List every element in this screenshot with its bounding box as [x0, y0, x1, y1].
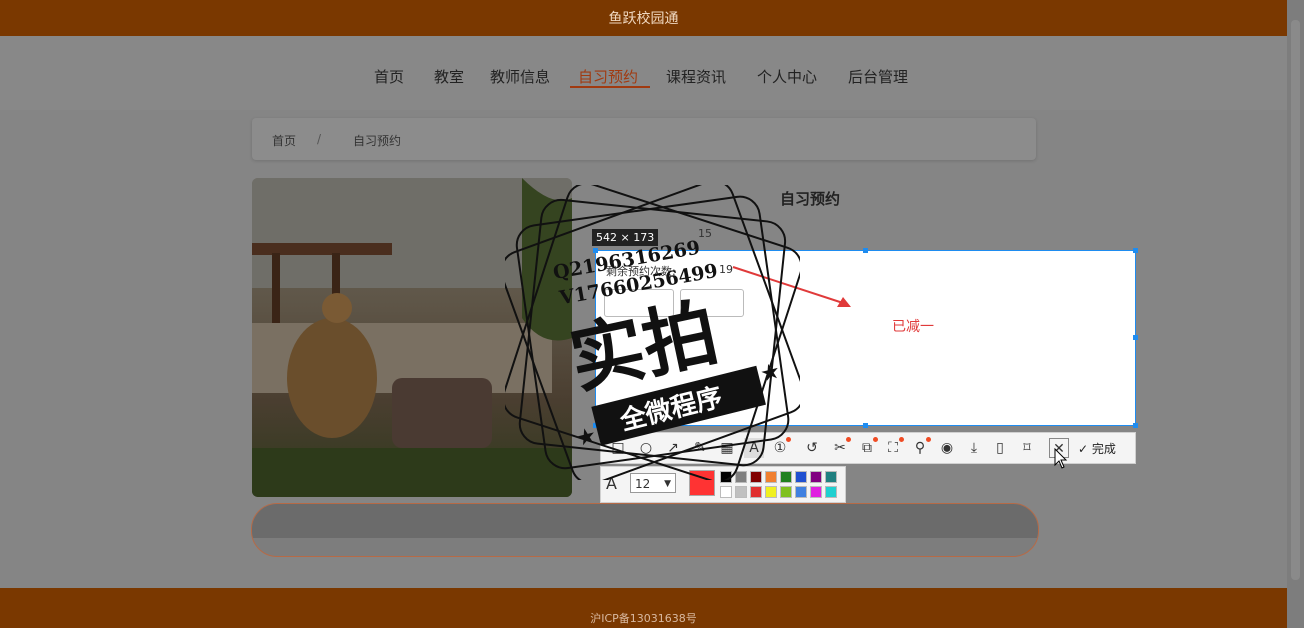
color-swatch[interactable]: [810, 471, 822, 483]
color-swatch[interactable]: [825, 486, 837, 498]
remaining-bookings-label: 剩余预约次数:: [606, 265, 676, 278]
remaining-total-value: 15: [698, 227, 712, 240]
done-label: 完成: [1091, 442, 1116, 456]
font-icon: A: [606, 474, 617, 493]
color-swatch[interactable]: [810, 486, 822, 498]
download-icon[interactable]: ⤓: [964, 438, 984, 458]
breadcrumb-home[interactable]: 首页: [272, 132, 296, 149]
booking-button[interactable]: [604, 289, 674, 317]
resize-handle-sw[interactable]: [593, 423, 598, 428]
color-swatch[interactable]: [795, 486, 807, 498]
color-swatch[interactable]: [735, 486, 747, 498]
color-swatch[interactable]: [750, 471, 762, 483]
scissors-icon[interactable]: ✂: [830, 437, 851, 458]
color-swatch[interactable]: [735, 471, 747, 483]
phone-icon[interactable]: ▯: [990, 438, 1010, 458]
color-swatch[interactable]: [795, 471, 807, 483]
nav-item-classroom[interactable]: 教室: [434, 66, 464, 87]
scan-icon[interactable]: ⛶: [883, 437, 904, 458]
font-size-select[interactable]: 12 ▼: [630, 473, 676, 493]
color-swatch[interactable]: [780, 486, 792, 498]
nav-item-course-news[interactable]: 课程资讯: [666, 66, 726, 87]
main-nav: [0, 36, 1287, 110]
pin-icon[interactable]: ⚲: [910, 437, 931, 458]
color-swatch[interactable]: [765, 486, 777, 498]
top-header: 鱼跃校园通: [0, 0, 1287, 36]
nav-item-study-booking[interactable]: 自习预约: [578, 66, 638, 87]
breadcrumb-current: 自习预约: [353, 134, 402, 148]
nav-item-admin[interactable]: 后台管理: [848, 66, 908, 87]
ellipse-tool-icon[interactable]: ○: [636, 438, 656, 458]
progress-bar-fill: [252, 504, 1038, 538]
record-icon[interactable]: ◉: [937, 438, 957, 458]
icp-record[interactable]: 沪ICP备13031638号: [0, 610, 1287, 626]
pen-tool-icon[interactable]: ✎: [690, 438, 710, 458]
selection-size-label: 542 × 173: [592, 229, 659, 246]
scrollbar-thumb[interactable]: [1291, 20, 1300, 580]
resize-handle-e[interactable]: [1133, 335, 1138, 340]
nav-active-underline: [570, 86, 650, 88]
vertical-scrollbar[interactable]: [1287, 0, 1304, 628]
resize-handle-nw[interactable]: [593, 248, 598, 253]
number-tool-icon[interactable]: ①: [770, 437, 791, 458]
capture-selection-box[interactable]: 剩余预约次数: 19: [593, 248, 1138, 428]
check-icon: ✓: [1078, 442, 1092, 456]
color-swatch[interactable]: [750, 486, 762, 498]
text-annotation[interactable]: 已减一: [892, 316, 934, 336]
color-swatch[interactable]: [825, 471, 837, 483]
nav-item-profile[interactable]: 个人中心: [757, 66, 817, 87]
color-swatch[interactable]: [720, 471, 732, 483]
color-swatch[interactable]: [720, 486, 732, 498]
done-button[interactable]: ✓ 完成: [1078, 440, 1116, 457]
font-size-value: 12: [635, 477, 651, 491]
text-tool-icon[interactable]: A: [744, 438, 764, 458]
classroom-photo: [252, 178, 572, 497]
nav-item-teachers[interactable]: 教师信息: [490, 66, 550, 87]
page-heading: 自习预约: [780, 190, 841, 208]
bookmark-icon[interactable]: ⌑: [1017, 438, 1037, 458]
undo-icon[interactable]: ↺: [802, 438, 822, 458]
resize-handle-se[interactable]: [1133, 423, 1138, 428]
resize-handle-n[interactable]: [863, 248, 868, 253]
footer: 沪ICP备13031638号: [0, 588, 1287, 628]
arrow-annotation: [732, 266, 851, 307]
nav-item-home[interactable]: 首页: [374, 66, 404, 87]
arrow-tool-icon[interactable]: ↗: [663, 438, 683, 458]
current-color-swatch[interactable]: [689, 470, 715, 496]
color-swatch[interactable]: [780, 471, 792, 483]
rectangle-tool-icon[interactable]: □: [608, 438, 628, 458]
app-title: 鱼跃校园通: [608, 11, 679, 27]
breadcrumb-separator: /: [317, 132, 322, 146]
translate-icon[interactable]: ⧉: [857, 437, 878, 458]
resize-handle-s[interactable]: [863, 423, 868, 428]
color-swatch[interactable]: [765, 471, 777, 483]
resize-handle-ne[interactable]: [1133, 248, 1138, 253]
mosaic-tool-icon[interactable]: ▦: [717, 438, 737, 458]
chevron-down-icon: ▼: [664, 479, 671, 489]
booking-progress-bar: [251, 503, 1039, 557]
mouse-cursor-icon: [1054, 448, 1068, 469]
